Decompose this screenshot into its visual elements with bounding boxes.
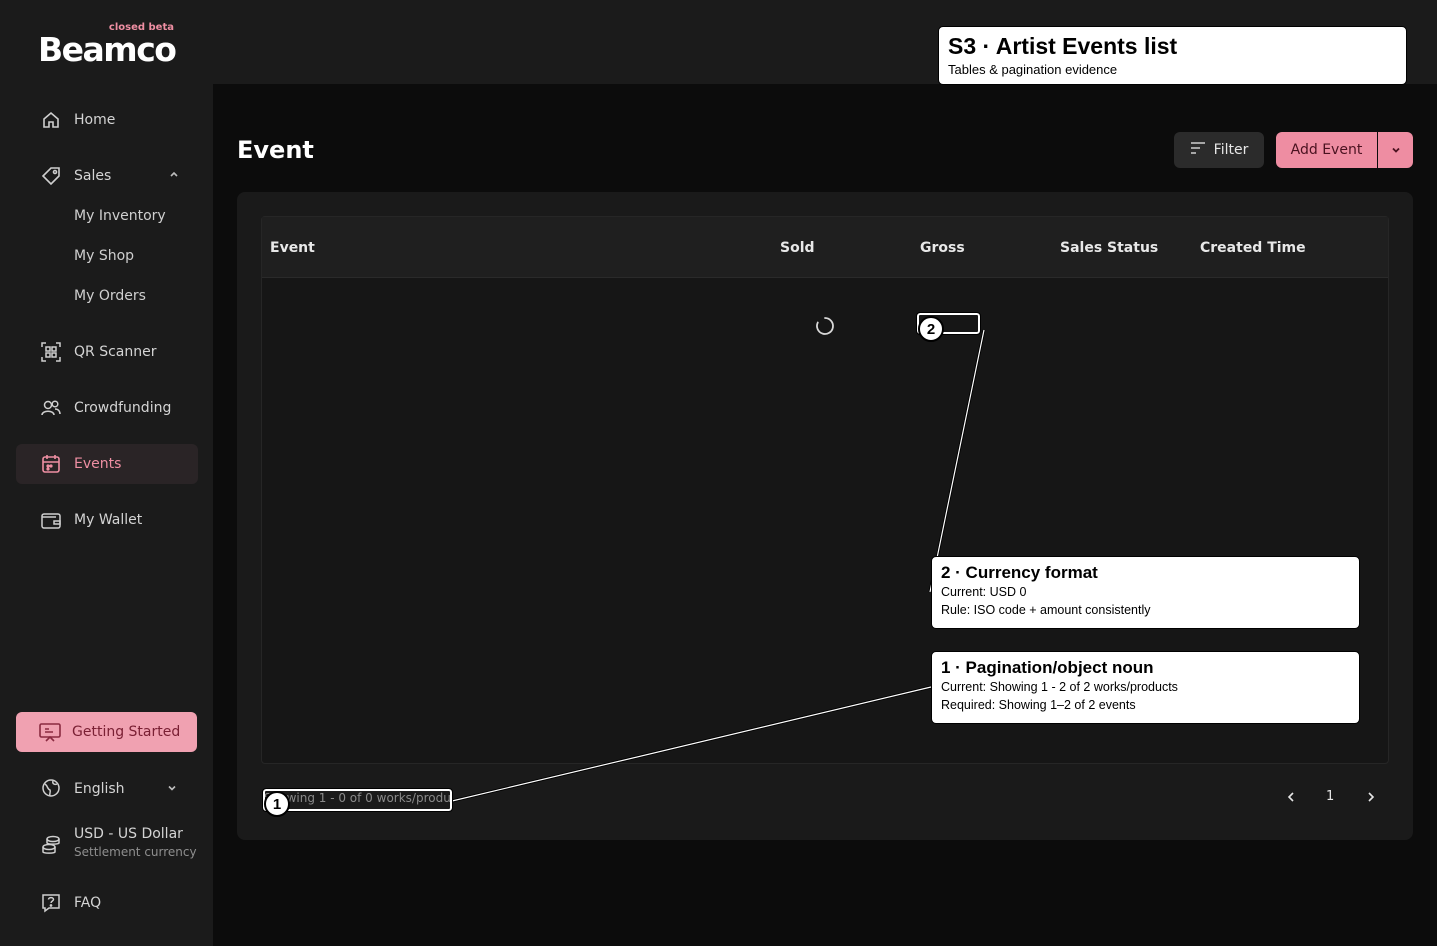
annotation-note-required: Required: Showing 1–2 of 2 events — [941, 698, 1136, 712]
annotation-note-current: Current: USD 0 — [941, 585, 1027, 599]
annotation-note-rule: Rule: ISO code + amount consistently — [941, 603, 1151, 617]
annotation-badge-2: 2 — [918, 316, 944, 342]
annotation-header-subtitle: Tables & pagination evidence — [948, 62, 1118, 77]
annotation-header-title: S3 · Artist Events list — [948, 33, 1178, 59]
annotation-header-box: S3 · Artist Events list Tables & paginat… — [938, 26, 1407, 85]
annotation-note-currency: 2 · Currency format Current: USD 0 Rule:… — [931, 556, 1360, 629]
annotation-note-current: Current: Showing 1 - 2 of 2 works/produc… — [941, 680, 1178, 694]
annotation-note-pagination: 1 · Pagination/object noun Current: Show… — [931, 651, 1360, 724]
annotation-note-title: 1 · Pagination/object noun — [941, 658, 1154, 677]
annotation-highlight-pagination — [262, 788, 453, 812]
annotation-note-title: 2 · Currency format — [941, 563, 1098, 582]
annotation-badge-1: 1 — [264, 791, 290, 817]
annotation-leader-lines — [451, 329, 986, 803]
